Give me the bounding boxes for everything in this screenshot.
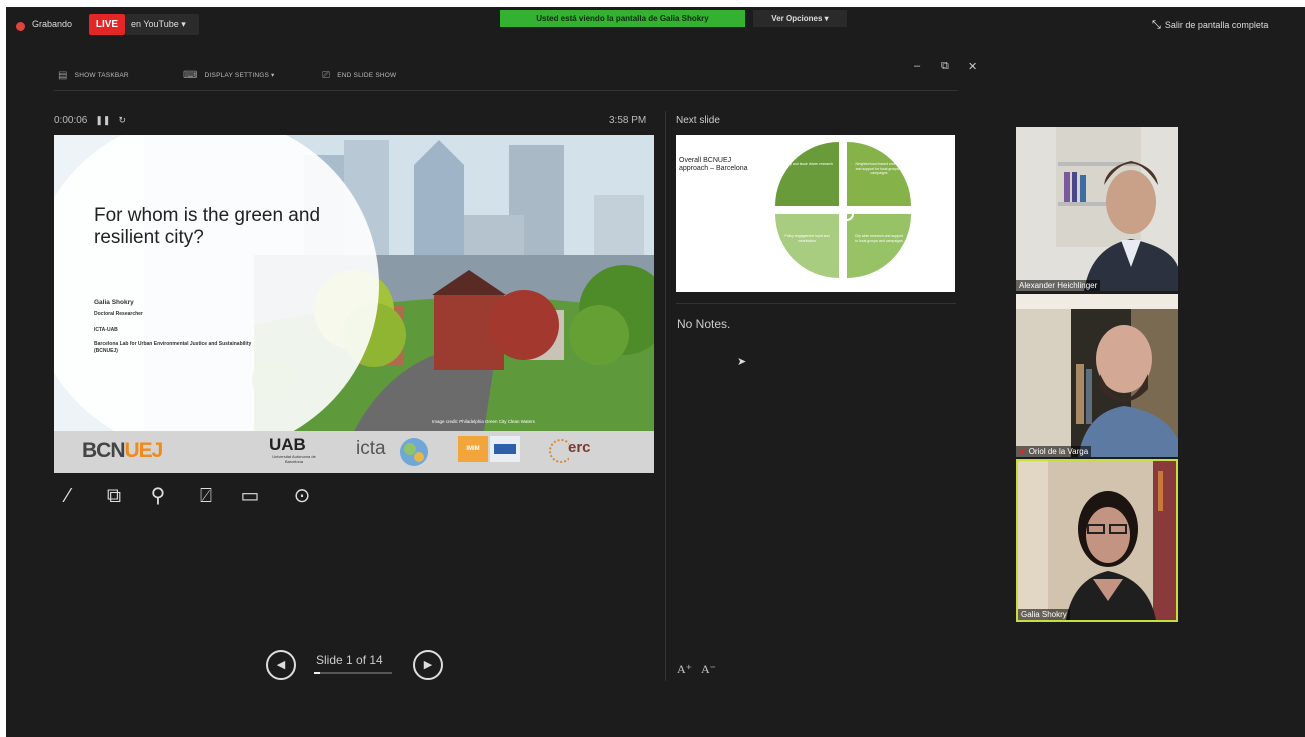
reset-icon[interactable]: ↻	[118, 115, 126, 125]
increase-font-icon[interactable]: A⁺	[677, 662, 692, 676]
approach-quadrant: Neighborhood based research and support …	[847, 142, 911, 206]
previous-slide-button[interactable]: ◀	[266, 650, 296, 680]
slide-counter[interactable]: Slide 1 of 14	[316, 653, 383, 667]
slide-lab: Barcelona Lab for Urban Environmental Ju…	[94, 341, 252, 354]
participant-name-text: Oriol de la Varga	[1028, 447, 1089, 456]
logo-band: BCNUEJ UAB Universitat Autònoma de Barce…	[54, 431, 654, 473]
notes-divider	[676, 303, 956, 304]
approach-quadrant: Theory and issue driven research	[775, 142, 839, 206]
pen-icon[interactable]: ⁄	[56, 483, 80, 509]
recording-label: Grabando	[32, 19, 73, 29]
slide-progress-fill	[314, 672, 320, 674]
slide-role: Doctoral Researcher	[94, 311, 143, 317]
zoom-icon[interactable]: ⚲	[146, 483, 170, 509]
mouse-pointer-icon: ➤	[737, 356, 747, 368]
display-settings-button[interactable]: ⌨ DISPLAY SETTINGS ▾	[183, 70, 275, 81]
slideshow-timer: 0:00:06 ❚❚ ↻	[54, 115, 126, 126]
share-banner: Usted está viendo la pantalla de Galia S…	[500, 10, 745, 27]
globe-icon	[400, 438, 428, 466]
bcnuej-logo-part2: UEJ	[124, 439, 164, 462]
center-ring-icon	[840, 207, 854, 221]
show-taskbar-label: SHOW TASKBAR	[74, 72, 129, 80]
live-platform-dropdown[interactable]: en YouTube ▾	[125, 14, 199, 35]
end-show-icon: ⎚	[322, 70, 331, 81]
toolbar-divider	[54, 90, 958, 91]
participant-video[interactable]: ✘ Oriol de la Varga	[1016, 294, 1178, 457]
exit-fullscreen-button[interactable]: ⤡ Salir de pantalla completa	[1152, 16, 1305, 34]
next-slide-thumbnail[interactable]: Overall BCNUEJ approach – Barcelona Theo…	[676, 135, 955, 292]
black-screen-icon[interactable]: ⍁	[194, 483, 218, 509]
end-slideshow-button[interactable]: ⎚ END SLIDE SHOW	[322, 70, 396, 81]
uab-logo: UAB	[269, 435, 306, 454]
approach-quadrant: Policy engagement input and contribution	[775, 214, 839, 278]
show-taskbar-button[interactable]: ▤ SHOW TASKBAR	[58, 70, 129, 81]
slide-title: For whom is the green and resilient city…	[94, 205, 321, 248]
slide-institution: ICTA-UAB	[94, 327, 118, 333]
display-settings-label: DISPLAY SETTINGS	[204, 72, 270, 80]
live-badge[interactable]: LIVE	[89, 14, 125, 35]
erc-logo: erc	[568, 439, 591, 456]
view-options-button[interactable]: Ver Opciones ▾	[753, 10, 847, 27]
participant-name: Galia Shokry	[1018, 609, 1070, 620]
imim-logo: IMIM	[458, 436, 488, 462]
next-slide-label: Next slide	[676, 115, 720, 126]
restore-icon[interactable]: ⧉	[941, 60, 949, 73]
slide-progress-bar	[314, 672, 392, 674]
participant-video-feed	[1016, 127, 1178, 291]
uab-logo-subtitle: Universitat Autònoma de Barcelona	[272, 454, 316, 464]
pane-divider[interactable]	[665, 111, 666, 681]
bcnuej-logo-part1: BCN	[82, 439, 125, 462]
arrow-right-icon: ▶	[423, 659, 433, 671]
close-icon[interactable]: ✕	[968, 60, 977, 73]
participant-video-feed	[1018, 461, 1176, 620]
view-options-label: Ver Opciones	[771, 14, 823, 23]
participant-name: Alexander Heichlinger	[1016, 280, 1101, 291]
arrow-left-icon: ◀	[276, 659, 286, 671]
image-credit: Image credit: Philadelphia Green City Cl…	[432, 419, 535, 424]
exit-fullscreen-icon: ⤡	[1152, 19, 1161, 31]
speaker-notes[interactable]: No Notes.	[677, 317, 730, 331]
display-icon: ⌨	[183, 70, 198, 81]
font-size-controls[interactable]: A⁺ A⁻	[677, 662, 716, 677]
partner-logo	[490, 436, 520, 462]
chevron-down-icon: ▾	[824, 14, 829, 23]
bcnuej-logo: BCNUEJ	[82, 439, 164, 463]
more-options-icon[interactable]: ⊙	[290, 483, 314, 509]
next-slide-button[interactable]: ▶	[413, 650, 443, 680]
screen-share-window: Grabando LIVE en YouTube ▾ Usted está vi…	[6, 7, 1305, 737]
mic-muted-icon: ✘	[1019, 447, 1026, 456]
clock: 3:58 PM	[609, 115, 647, 126]
all-slides-icon[interactable]: ⧉	[102, 483, 126, 509]
timer-value: 0:00:06	[54, 115, 88, 126]
subtitles-icon[interactable]: ▭	[238, 483, 262, 509]
chevron-down-icon: ▾	[181, 19, 186, 29]
participant-video[interactable]: Alexander Heichlinger	[1016, 127, 1178, 291]
participant-video-active-speaker[interactable]: Galia Shokry	[1016, 459, 1178, 622]
icta-logo: icta	[356, 438, 386, 459]
erc-emblem-icon	[549, 439, 569, 463]
next-slide-title: Overall BCNUEJ approach – Barcelona	[679, 157, 748, 172]
slide-illustration	[54, 135, 654, 431]
live-platform-label: en YouTube	[131, 19, 179, 29]
exit-fullscreen-label: Salir de pantalla completa	[1164, 20, 1269, 30]
caret-down-icon: ▾	[271, 72, 275, 80]
minimize-icon[interactable]: –	[914, 60, 920, 72]
end-slideshow-label: END SLIDE SHOW	[337, 72, 397, 80]
decrease-font-icon[interactable]: A⁻	[701, 662, 716, 676]
pause-icon[interactable]: ❚❚	[95, 115, 110, 125]
participant-name: ✘ Oriol de la Varga	[1016, 446, 1092, 457]
current-slide[interactable]: For whom is the green and resilient city…	[54, 135, 654, 473]
participant-video-feed	[1016, 294, 1178, 457]
taskbar-icon: ▤	[58, 70, 68, 81]
recording-icon	[16, 22, 25, 31]
slide-author: Galia Shokry	[94, 299, 134, 306]
